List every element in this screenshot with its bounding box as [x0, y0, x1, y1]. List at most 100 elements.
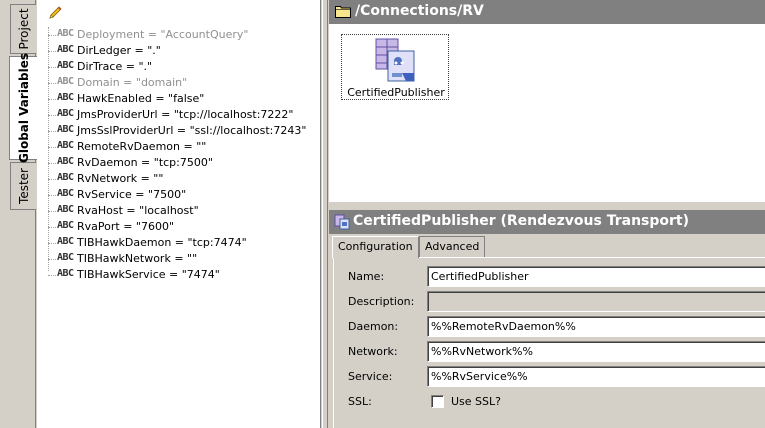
string-type-icon: ABC	[57, 108, 74, 119]
tab-configuration-label: Configuration	[338, 240, 413, 253]
variable-row[interactable]: ABC TIBHawkNetwork = ""	[37, 251, 321, 267]
string-type-icon: ABC	[57, 172, 74, 183]
variable-row[interactable]: ABC JmsSslProviderUrl = "ssl://localhost:…	[37, 123, 321, 139]
string-type-icon: ABC	[57, 204, 74, 215]
tree-connector	[48, 243, 56, 244]
tree-connector	[48, 195, 56, 196]
variable-row[interactable]: ABC DirLedger = "."	[37, 43, 321, 59]
pencil-icon[interactable]	[47, 5, 63, 21]
name-row: Name: CertifiedPublisher	[334, 266, 765, 287]
variable-row[interactable]: ABC RvaHost = "localhost"	[37, 203, 321, 219]
properties-tabs: Configuration Advanced	[329, 236, 765, 258]
properties-title: CertifiedPublisher (Rendezvous Transport…	[353, 213, 689, 229]
variable-text: RvDaemon = "tcp:7500"	[77, 156, 213, 169]
variable-text: TIBHawkNetwork = ""	[77, 252, 198, 265]
configuration-form: Name: CertifiedPublisher Description: Da…	[333, 257, 765, 428]
tree-connector	[48, 51, 56, 52]
folder-icon	[335, 6, 351, 18]
variable-row[interactable]: ABC RvNetwork = ""	[37, 171, 321, 187]
folder-panel: /Connections/RV CertifiedPublisher	[329, 0, 765, 204]
name-field[interactable]: CertifiedPublisher	[427, 266, 765, 287]
tab-global-variables[interactable]: Global Variables	[9, 52, 37, 164]
description-row: Description:	[334, 291, 765, 312]
variable-row[interactable]: ABC HawkEnabled = "false"	[37, 91, 321, 107]
properties-header: CertifiedPublisher (Rendezvous Transport…	[329, 210, 765, 234]
variable-row[interactable]: ABC Domain = "domain"	[37, 75, 321, 91]
variable-text: DirTrace = "."	[77, 60, 153, 73]
tree-connector	[48, 83, 56, 84]
service-field[interactable]: %%RvService%%	[427, 366, 765, 387]
variable-row[interactable]: ABC RvService = "7500"	[37, 187, 321, 203]
folder-header: /Connections/RV	[329, 0, 765, 24]
network-field[interactable]: %%RvNetwork%%	[427, 341, 765, 362]
string-type-icon: ABC	[57, 156, 74, 167]
variable-row[interactable]: ABC RvDaemon = "tcp:7500"	[37, 155, 321, 171]
network-label: Network:	[348, 345, 398, 358]
string-type-icon: ABC	[57, 60, 74, 71]
resource-label: CertifiedPublisher	[347, 86, 445, 99]
variable-row[interactable]: ABC TIBHawkService = "7474"	[37, 267, 321, 283]
tree-connector	[48, 67, 56, 68]
variable-text: TIBHawkService = "7474"	[77, 268, 220, 281]
network-row: Network: %%RvNetwork%%	[334, 341, 765, 362]
variable-row[interactable]: ABC TIBHawkDaemon = "tcp:7474"	[37, 235, 321, 251]
variable-text: TIBHawkDaemon = "tcp:7474"	[77, 236, 247, 249]
tab-tester-label: Tester	[16, 168, 31, 204]
string-type-icon: ABC	[57, 44, 74, 55]
tree-connector	[48, 259, 56, 260]
string-type-icon: ABC	[57, 188, 74, 199]
name-label: Name:	[348, 270, 385, 283]
service-row: Service: %%RvService%%	[334, 366, 765, 387]
daemon-field[interactable]: %%RemoteRvDaemon%%	[427, 316, 765, 337]
tree-connector	[48, 227, 56, 228]
tree-toolbar	[37, 0, 320, 27]
variable-row[interactable]: ABC JmsProviderUrl = "tcp://localhost:722…	[37, 107, 321, 123]
string-type-icon: ABC	[57, 236, 74, 247]
variable-text: JmsProviderUrl = "tcp://localhost:7222"	[77, 108, 294, 121]
tree-connector	[48, 99, 56, 100]
string-type-icon: ABC	[57, 268, 74, 279]
use-ssl-checkbox[interactable]	[431, 395, 444, 408]
tree-connector	[48, 35, 56, 36]
tab-configuration[interactable]: Configuration	[332, 236, 419, 258]
string-type-icon: ABC	[57, 92, 74, 103]
tab-advanced[interactable]: Advanced	[419, 236, 486, 257]
ssl-row: SSL: Use SSL?	[334, 391, 765, 411]
variable-text: RvaPort = "7600"	[77, 220, 175, 233]
tree-connector	[48, 147, 56, 148]
description-label: Description:	[348, 295, 415, 308]
variable-list: ABC Deployment = "AccountQuery" ABC DirLedg…	[37, 27, 321, 283]
tree-connector	[48, 115, 56, 116]
ssl-label: SSL:	[348, 395, 372, 408]
vertical-tab-strip: Project Global Variables Tester	[0, 0, 37, 428]
tree-connector	[48, 163, 56, 164]
global-variables-tree: ABC Deployment = "AccountQuery" ABC DirLedg…	[37, 0, 321, 428]
string-type-icon: ABC	[57, 76, 74, 87]
variable-row[interactable]: ABC RemoteRvDaemon = ""	[37, 139, 321, 155]
vertical-splitter[interactable]	[322, 0, 328, 428]
description-field[interactable]	[427, 291, 765, 312]
use-ssl-label[interactable]: Use SSL?	[451, 395, 501, 408]
tree-connector	[48, 275, 56, 276]
tab-tester[interactable]: Tester	[10, 162, 36, 210]
variable-row[interactable]: ABC RvaPort = "7600"	[37, 219, 321, 235]
daemon-row: Daemon: %%RemoteRvDaemon%%	[334, 316, 765, 337]
folder-path: /Connections/RV	[355, 3, 484, 19]
string-type-icon: ABC	[57, 124, 74, 135]
resource-certified-publisher[interactable]: CertifiedPublisher	[341, 34, 449, 100]
string-type-icon: ABC	[57, 28, 74, 39]
variable-row[interactable]: ABC DirTrace = "."	[37, 59, 321, 75]
tree-connector	[48, 131, 56, 132]
variable-text: RvService = "7500"	[77, 188, 187, 201]
tab-project[interactable]: Project	[10, 4, 36, 54]
daemon-label: Daemon:	[348, 320, 399, 333]
string-type-icon: ABC	[57, 220, 74, 231]
string-type-icon: ABC	[57, 252, 74, 263]
rv-transport-small-icon	[334, 214, 350, 230]
variable-row[interactable]: ABC Deployment = "AccountQuery"	[37, 27, 321, 43]
tab-global-variables-label: Global Variables	[16, 52, 31, 164]
tab-advanced-label: Advanced	[425, 240, 480, 253]
variable-text: RvNetwork = ""	[77, 172, 164, 185]
string-type-icon: ABC	[57, 140, 74, 151]
variable-text: Domain = "domain"	[77, 76, 188, 89]
